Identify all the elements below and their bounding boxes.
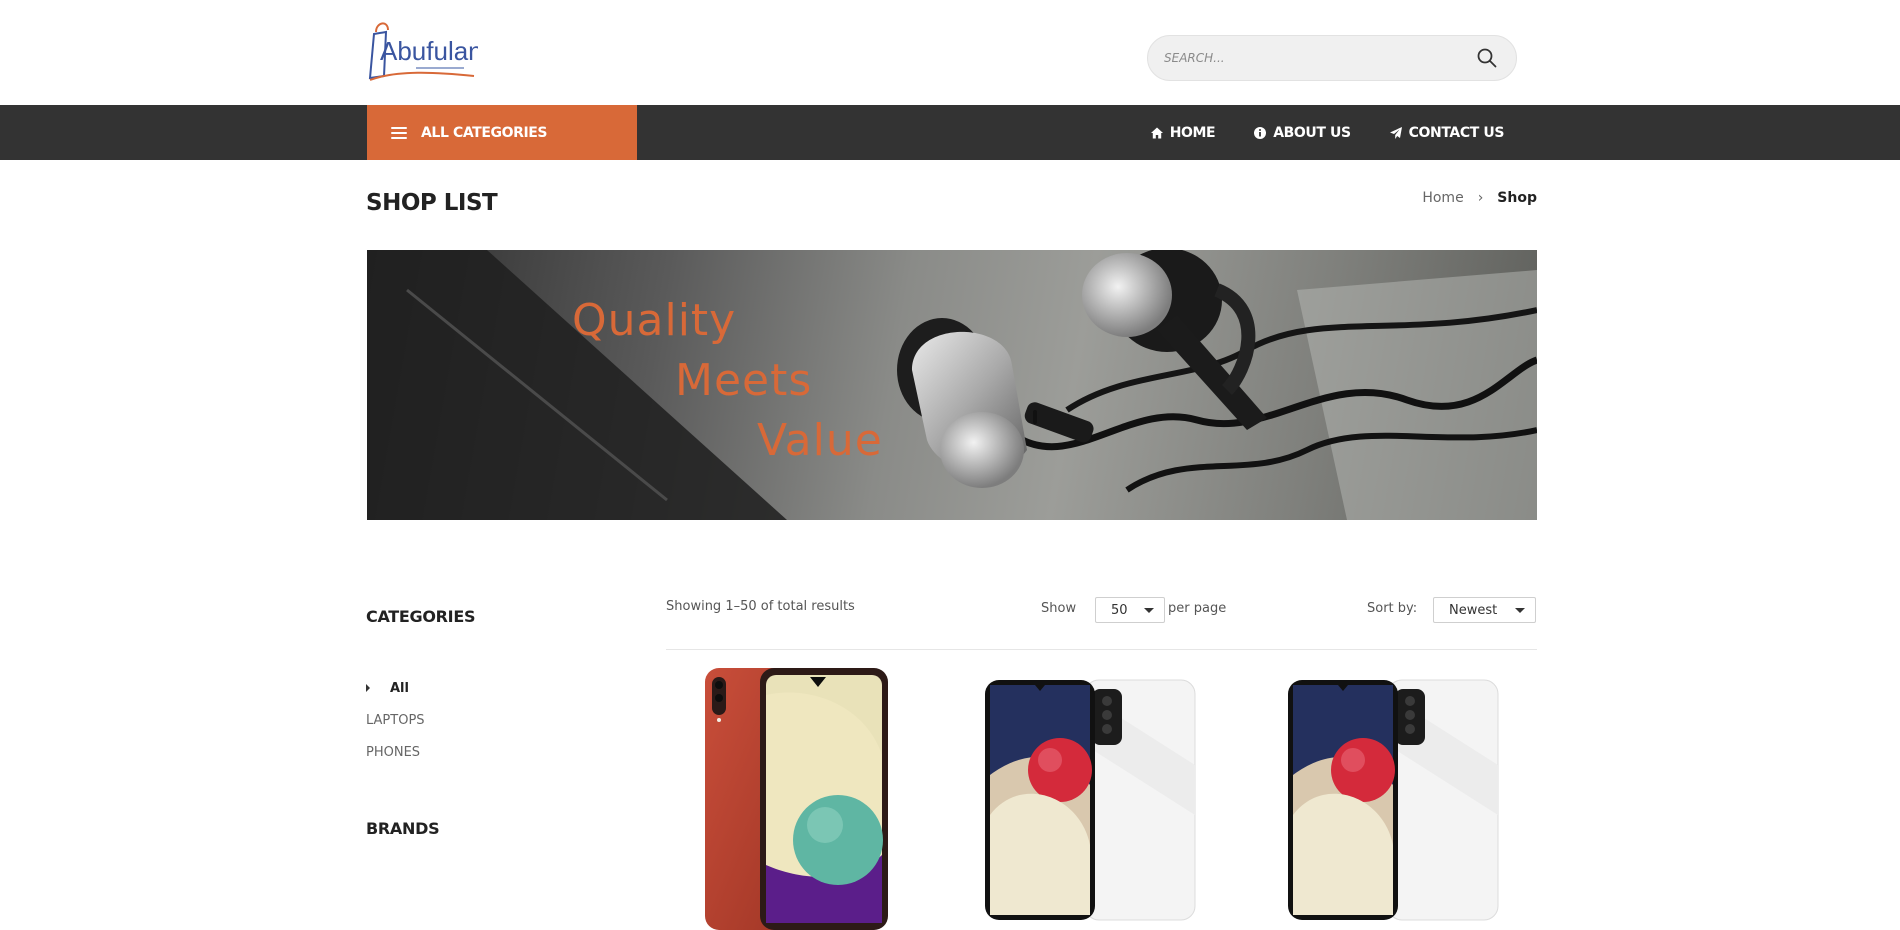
banner-text-line: Meets [675,355,813,406]
sort-select[interactable]: Newest [1433,597,1536,623]
sort-label: Sort by: [1367,601,1418,616]
page-title: SHOP LIST [366,190,498,216]
site-header: Abufulan [0,0,1900,105]
product-image-white-phone [1288,679,1499,921]
all-categories-button[interactable]: ALL CATEGORIES [367,105,637,160]
product-image-white-phone [985,679,1196,921]
nav-links: HOME ABOUT US CONTACT US [1150,105,1504,160]
shop-toolbar: Showing 1–50 of total results Show 50 pe… [666,595,1537,650]
product-image-red-phone [705,668,888,930]
nav-link-home[interactable]: HOME [1150,125,1216,141]
menu-icon [391,126,407,139]
all-categories-label: ALL CATEGORIES [421,124,548,141]
nav-link-label: CONTACT US [1408,124,1505,141]
paper-plane-icon [1389,126,1402,139]
site-logo[interactable]: Abufulan [366,18,483,84]
category-label: LAPTOPS [366,712,425,728]
show-label: Show [1041,601,1077,616]
earphones-illustration [367,250,1537,520]
nav-link-label: HOME [1169,124,1216,141]
svg-text:Abufulan: Abufulan [380,36,478,66]
caret-right-icon [366,684,370,692]
category-item-laptops[interactable]: LAPTOPS [366,704,425,736]
caret-down-icon [1515,608,1525,613]
breadcrumb-home-link[interactable]: Home [1422,190,1463,206]
nav-link-label: ABOUT US [1273,124,1351,141]
result-count: Showing 1–50 of total results [666,599,855,614]
info-icon [1254,126,1267,139]
sort-value: Newest [1449,602,1498,618]
category-item-all[interactable]: All [366,672,425,704]
search-box [1147,35,1517,81]
categories-heading: CATEGORIES [366,607,476,626]
promo-banner[interactable]: Quality Meets Value [367,250,1537,520]
per-page-value: 50 [1111,602,1128,618]
product-card[interactable] [1283,665,1503,930]
breadcrumb: Home › Shop [1422,190,1537,206]
caret-down-icon [1144,608,1154,613]
main-navbar: ALL CATEGORIES HOME ABOUT US CONTACT US [0,105,1900,160]
product-card[interactable] [980,665,1200,930]
category-item-phones[interactable]: PHONES [366,736,425,768]
category-list: All LAPTOPS PHONES [366,672,425,768]
brands-heading: BRANDS [366,819,440,838]
nav-link-contact[interactable]: CONTACT US [1389,125,1504,141]
category-label: PHONES [366,744,421,760]
search-icon[interactable] [1476,47,1498,69]
per-page-select[interactable]: 50 [1095,597,1165,623]
product-card[interactable] [690,665,910,930]
search-input[interactable] [1164,36,1464,80]
banner-text-line: Value [757,415,883,466]
banner-text-line: Quality [572,295,737,346]
per-page-label: per page [1168,601,1227,616]
category-label: All [390,680,409,696]
breadcrumb-current: Shop [1497,190,1537,206]
home-icon [1150,127,1163,138]
chevron-right-icon: › [1477,190,1484,206]
nav-link-about[interactable]: ABOUT US [1253,124,1351,141]
